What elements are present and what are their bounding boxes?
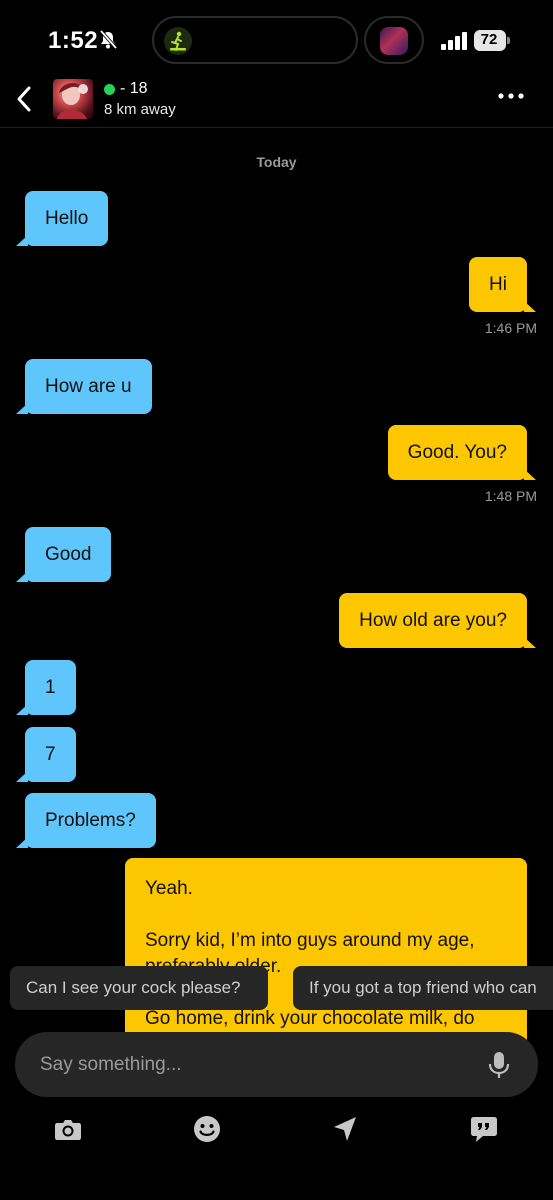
now-playing-island[interactable] [364, 16, 424, 64]
incoming-message[interactable]: Problems? [16, 793, 156, 848]
incoming-message[interactable]: 7 [16, 727, 76, 782]
message-line: Yeah. [145, 878, 193, 899]
fitness-activity-icon [164, 27, 192, 55]
battery-indicator: 72 [474, 30, 510, 51]
date-separator: Today [256, 154, 297, 170]
status-time: 1:52 [48, 27, 99, 54]
profile-age: - 18 [120, 80, 148, 97]
incoming-message[interactable]: 1 [16, 660, 76, 715]
message-timestamp: 1:46 PM [484, 320, 537, 336]
outgoing-message[interactable]: Hi [469, 257, 536, 312]
outgoing-message[interactable]: How old are you? [339, 593, 536, 648]
album-art-thumbnail [380, 27, 408, 55]
online-status-dot [104, 84, 115, 95]
message-composer [15, 1032, 538, 1097]
message-input[interactable] [40, 1032, 470, 1097]
incoming-message[interactable]: How are u [16, 359, 152, 414]
battery-level: 72 [480, 31, 498, 48]
location-arrow-icon[interactable] [330, 1114, 360, 1144]
outgoing-message[interactable]: Good. You? [387, 425, 537, 480]
suggested-reply[interactable]: If you got a top friend who can [293, 966, 553, 1010]
camera-icon[interactable] [53, 1114, 83, 1144]
saved-phrases-icon[interactable] [469, 1114, 499, 1144]
incoming-message[interactable]: Good [15, 527, 112, 582]
microphone-icon[interactable] [487, 1050, 511, 1080]
profile-avatar[interactable] [53, 79, 93, 119]
chat-toolbar [0, 1108, 553, 1148]
more-options-icon[interactable] [497, 92, 525, 100]
back-chevron-icon[interactable] [14, 84, 36, 114]
profile-distance: 8 km away [104, 101, 176, 118]
cellular-signal-icon [441, 32, 467, 50]
status-bar: 1:52 72 [0, 0, 553, 80]
message-timestamp: 1:48 PM [484, 488, 537, 504]
suggested-reply[interactable]: Can I see your cock please? [10, 966, 268, 1010]
chat-header: - 18 8 km away [0, 76, 553, 128]
emoji-icon[interactable] [192, 1114, 222, 1144]
dynamic-island[interactable] [152, 16, 358, 64]
outgoing-long-message[interactable]: Yeah. Sorry kid, I’m into guys around my… [125, 858, 527, 1058]
bell-muted-icon [99, 30, 117, 50]
incoming-message[interactable]: Hello [15, 191, 109, 246]
